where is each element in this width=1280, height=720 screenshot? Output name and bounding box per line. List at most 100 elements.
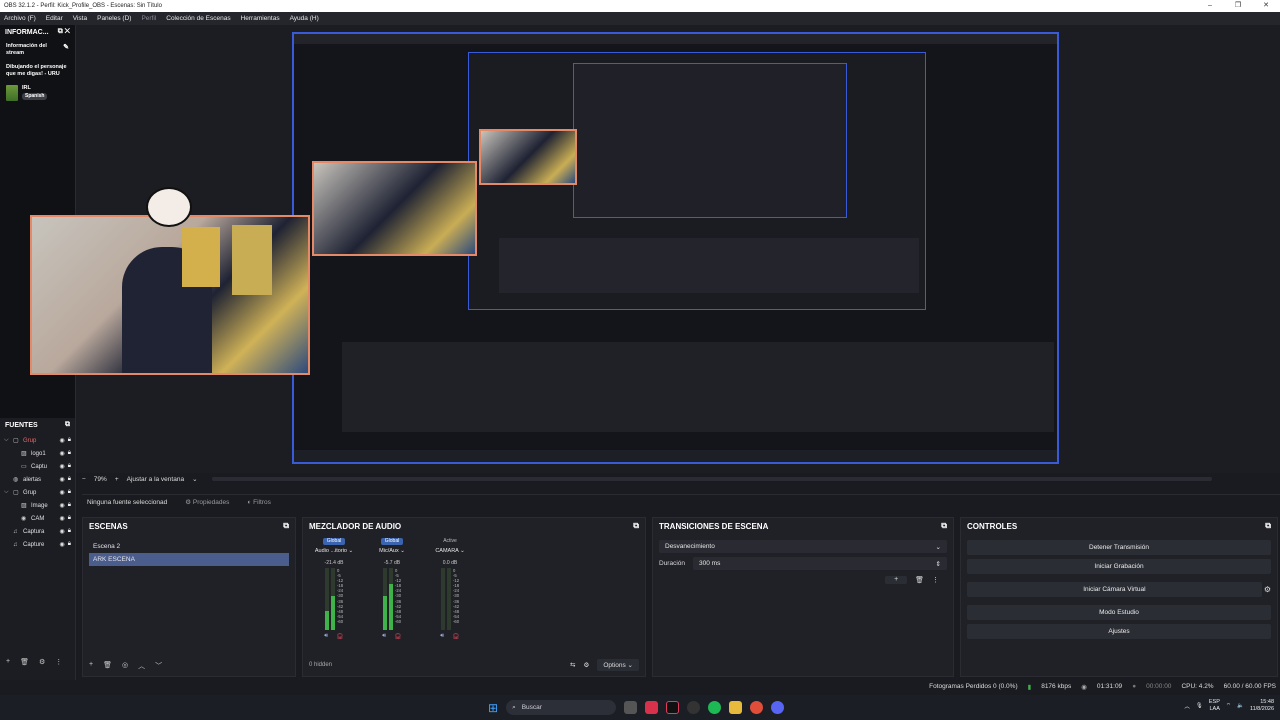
eye-icon[interactable]: ◉	[60, 489, 65, 496]
headphones-icon[interactable]: 🎧︎	[394, 633, 402, 640]
speaker-icon[interactable]: 🔊︎	[324, 633, 328, 640]
expand-arrow-icon[interactable]: ⌵	[4, 437, 11, 444]
lock-icon[interactable]: 🔒︎	[68, 515, 71, 522]
headphones-icon[interactable]: 🎧︎	[452, 633, 460, 640]
channel-name-select[interactable]: CAMARA ⌄	[435, 548, 464, 554]
eye-icon[interactable]: ◉	[60, 437, 65, 444]
float-icon[interactable]: ⧉	[283, 521, 289, 531]
close-button[interactable]: ✕	[1252, 0, 1280, 12]
source-item[interactable]: ⌵ ▢ Grup ◉ 🔒︎	[4, 486, 71, 499]
studio-mode-button[interactable]: Modo Estudio	[967, 605, 1271, 620]
transition-select[interactable]: Desvanecimiento ⌄	[659, 540, 947, 553]
source-item[interactable]: ▨ Image ◉ 🔒︎	[4, 499, 71, 512]
wifi-icon[interactable]: ⌔	[1226, 702, 1231, 709]
float-icon[interactable]: ⧉	[65, 421, 70, 429]
gear-icon[interactable]: ⚙	[1264, 585, 1271, 594]
lock-icon[interactable]: 🔒︎	[68, 528, 71, 535]
stop-stream-button[interactable]: Detener Transmisión	[967, 540, 1271, 555]
source-item[interactable]: ◉ CAM ◉ 🔒︎	[4, 512, 71, 525]
menu-coleccion[interactable]: Colección de Escenas	[166, 15, 230, 22]
tray-chevron-icon[interactable]: ︿	[1184, 702, 1190, 710]
more-icon[interactable]: ⋮	[932, 576, 939, 584]
edit-icon[interactable]: ✎	[63, 43, 69, 52]
more-icon[interactable]: ⋮	[55, 658, 62, 666]
filters-button[interactable]: ◐ Filtros	[247, 499, 270, 506]
start-icon[interactable]: ⊞	[488, 701, 498, 715]
mixer-layout-icon[interactable]: ⇆	[570, 661, 575, 669]
menu-ayuda[interactable]: Ayuda (H)	[290, 15, 319, 22]
settings-button[interactable]: Ajustes	[967, 624, 1271, 639]
source-item[interactable]: ▨ logo1 ◉ 🔒︎	[4, 447, 71, 460]
maximize-button[interactable]: ❐	[1224, 0, 1252, 12]
close-icon[interactable]: ✕	[65, 28, 70, 35]
eye-icon[interactable]: ◉	[60, 502, 65, 509]
lock-icon[interactable]: 🔒︎	[68, 476, 71, 483]
filter-icon[interactable]: ◎	[122, 661, 128, 671]
spinner-icon[interactable]: ⇕	[936, 560, 941, 568]
fit-select[interactable]: Ajustar a la ventana	[127, 476, 184, 483]
eye-icon[interactable]: ◉	[60, 463, 65, 470]
duration-input[interactable]: 300 ms ⇕	[693, 557, 947, 570]
lock-icon[interactable]: 🔒︎	[68, 489, 71, 496]
eye-icon[interactable]: ◉	[60, 476, 65, 483]
menu-archivo[interactable]: Archivo (F)	[4, 15, 36, 22]
language-indicator[interactable]: ESP LAA	[1209, 699, 1220, 712]
clock[interactable]: 15:48 11/8/2026	[1250, 699, 1274, 712]
lock-icon[interactable]: 🔒︎	[68, 437, 71, 444]
minimize-button[interactable]: –	[1196, 0, 1224, 12]
zoom-out-icon[interactable]: −	[82, 476, 86, 483]
eye-icon[interactable]: ◉	[60, 528, 65, 535]
float-icon[interactable]: ⧉	[1265, 521, 1271, 531]
lock-icon[interactable]: 🔒︎	[68, 450, 71, 457]
float-icon[interactable]: ⧉	[58, 28, 63, 35]
channel-name-select[interactable]: Mic/Aux ⌄	[379, 548, 405, 554]
start-recording-button[interactable]: Iniciar Grabación	[967, 559, 1271, 574]
gear-icon[interactable]: ⚙	[39, 658, 45, 666]
chrome-icon[interactable]	[750, 701, 764, 714]
mic-icon[interactable]: 🎙	[1196, 703, 1203, 709]
channel-badge[interactable]: Global	[380, 538, 404, 545]
lock-icon[interactable]: 🔒︎	[68, 541, 71, 548]
virtual-camera-button[interactable]: Iniciar Cámara Virtual	[967, 582, 1262, 597]
preview-scrollbar[interactable]	[211, 477, 1212, 481]
trash-icon[interactable]: 🗑	[103, 661, 112, 671]
trash-icon[interactable]: 🗑	[20, 658, 29, 666]
zoom-in-icon[interactable]: +	[115, 476, 119, 483]
add-source-icon[interactable]: +	[6, 658, 10, 666]
menu-perfil[interactable]: Perfil	[141, 15, 156, 22]
add-scene-icon[interactable]: +	[89, 661, 93, 671]
lock-icon[interactable]: 🔒︎	[68, 502, 71, 509]
trash-icon[interactable]: 🗑	[915, 576, 924, 584]
gear-icon[interactable]: ⚙	[584, 661, 590, 669]
file-explorer-icon[interactable]	[729, 701, 743, 714]
app-red-icon[interactable]	[645, 701, 659, 714]
menu-herramientas[interactable]: Herramientas	[241, 15, 280, 22]
scene-item[interactable]: Escena 2	[89, 540, 289, 553]
taskbar-search[interactable]: ⌕ Buscar	[506, 700, 617, 715]
source-item[interactable]: ♫ Captura ◉ 🔒︎	[4, 525, 71, 538]
source-item[interactable]: ▭ Captu ◉ 🔒︎	[4, 460, 71, 473]
channel-badge[interactable]: Global	[322, 538, 346, 545]
volume-icon[interactable]: 🔈	[1237, 703, 1244, 709]
move-up-icon[interactable]: ︿	[138, 661, 145, 671]
menu-paneles[interactable]: Paneles (D)	[97, 15, 131, 22]
expand-arrow-icon[interactable]: ⌵	[4, 489, 11, 496]
discord-icon[interactable]	[771, 701, 785, 714]
source-item[interactable]: ◍ alertas ◉ 🔒︎	[4, 473, 71, 486]
eye-icon[interactable]: ◉	[60, 515, 65, 522]
spotify-icon[interactable]	[708, 701, 722, 714]
headphones-icon[interactable]: 🎧︎	[336, 633, 344, 640]
source-item[interactable]: ⌵ ▢ Grup ◉ 🔒︎	[4, 434, 71, 447]
options-button[interactable]: Options ⌄	[597, 659, 639, 671]
eye-icon[interactable]: ◉	[60, 450, 65, 457]
menu-editar[interactable]: Editar	[46, 15, 63, 22]
add-transition-icon[interactable]: +	[885, 576, 908, 584]
channel-name-select[interactable]: Audio ...itorio ⌄	[315, 548, 353, 554]
task-view-icon[interactable]	[624, 701, 638, 714]
obs-icon[interactable]	[687, 701, 701, 714]
tiktok-icon[interactable]	[666, 701, 680, 714]
float-icon[interactable]: ⧉	[633, 521, 639, 531]
speaker-icon[interactable]: 🔊︎	[440, 633, 444, 640]
lock-icon[interactable]: 🔒︎	[68, 463, 71, 470]
move-down-icon[interactable]: ﹀	[155, 661, 162, 671]
